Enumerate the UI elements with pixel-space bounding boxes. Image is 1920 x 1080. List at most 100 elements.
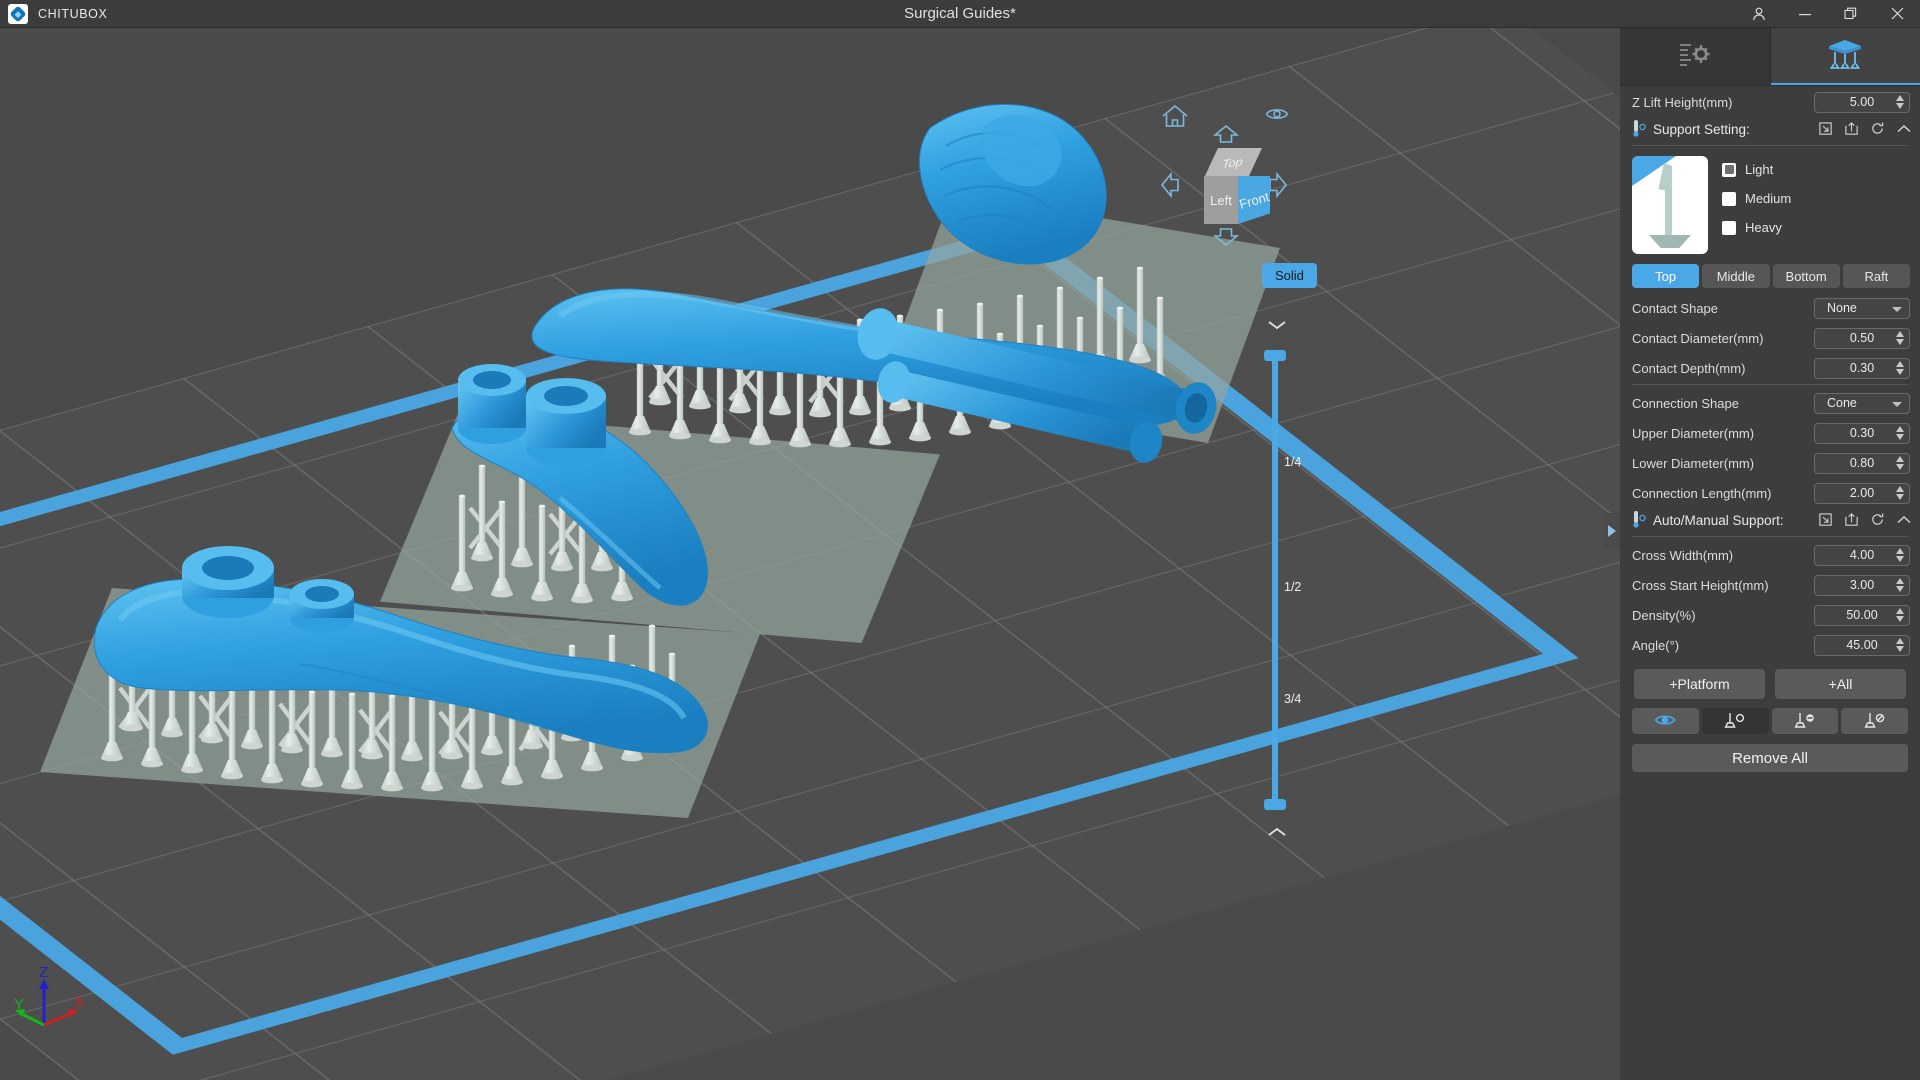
angle-label: Angle(°) — [1632, 637, 1680, 653]
remove-all-button[interactable]: Remove All — [1632, 744, 1908, 772]
home-view-icon[interactable] — [1160, 103, 1190, 129]
import-icon[interactable] — [1818, 121, 1833, 139]
3d-viewport[interactable]: Top Left Front Solid 1/4 1/2 3/4 Z Y X — [0, 28, 1620, 1080]
chevron-up-icon[interactable] — [1266, 825, 1288, 843]
chevron-down-icon[interactable] — [1266, 318, 1288, 336]
reset-icon[interactable] — [1870, 121, 1885, 139]
support-preview-image — [1632, 156, 1708, 254]
connection-length-stepper[interactable] — [1896, 485, 1904, 500]
collapse-chevron-icon[interactable] — [1896, 122, 1912, 137]
close-icon[interactable] — [1874, 0, 1920, 28]
visibility-eye-icon[interactable] — [1265, 106, 1289, 122]
minimize-icon[interactable] — [1782, 0, 1828, 28]
support-setting-header: Support Setting: — [1620, 116, 1920, 143]
connection-shape-label: Connection Shape — [1632, 395, 1739, 411]
z-lift-stepper[interactable] — [1896, 94, 1904, 109]
tab-bottom[interactable]: Bottom — [1772, 264, 1840, 288]
cross-start-height-stepper[interactable] — [1896, 577, 1904, 592]
rotate-up-arrow-icon[interactable] — [1212, 124, 1240, 144]
contact-diameter-input[interactable]: 0.50 — [1814, 327, 1910, 349]
support-settings-panel: Z Lift Height(mm) 5.00 Support Setting: — [1620, 28, 1920, 1080]
chevron-down-icon — [1892, 401, 1902, 407]
z-lift-height-row: Z Lift Height(mm) 5.00 — [1620, 88, 1920, 116]
upper-diameter-stepper[interactable] — [1896, 425, 1904, 440]
heavy-checkbox[interactable] — [1722, 220, 1736, 235]
weight-option-light[interactable]: Light — [1722, 162, 1791, 177]
export-icon[interactable] — [1844, 512, 1859, 530]
restore-window-icon[interactable] — [1828, 0, 1874, 28]
cube-face-left[interactable]: Left — [1204, 176, 1238, 224]
model-front-arch[interactable] — [93, 546, 708, 754]
contact-shape-row: Contact Shape None — [1620, 294, 1920, 322]
connection-length-label: Connection Length(mm) — [1632, 485, 1772, 501]
rotate-left-arrow-icon[interactable] — [1160, 171, 1180, 199]
lower-diameter-input[interactable]: 0.80 — [1814, 452, 1910, 474]
cross-width-stepper[interactable] — [1896, 547, 1904, 562]
add-platform-button[interactable]: +Platform — [1634, 669, 1765, 699]
collapse-chevron-icon[interactable] — [1896, 513, 1912, 528]
tab-supports[interactable] — [1770, 28, 1920, 85]
model-scene[interactable] — [0, 28, 1620, 1080]
slider-handle-bottom[interactable] — [1264, 799, 1286, 810]
cube-face-front[interactable]: Front — [1238, 176, 1270, 224]
weight-option-heavy[interactable]: Heavy — [1722, 220, 1791, 235]
tab-raft[interactable]: Raft — [1842, 264, 1910, 288]
lower-diameter-label: Lower Diameter(mm) — [1632, 455, 1755, 471]
cross-width-input[interactable]: 4.00 — [1814, 544, 1910, 566]
angle-stepper[interactable] — [1896, 637, 1904, 652]
window-controls — [1736, 0, 1920, 28]
panel-expand-arrow-icon[interactable] — [1604, 513, 1620, 549]
upper-diameter-label: Upper Diameter(mm) — [1632, 425, 1755, 441]
slider-track[interactable] — [1272, 354, 1278, 809]
support-preview-block: Light Medium Heavy — [1620, 150, 1920, 258]
connection-shape-select[interactable]: Cone — [1814, 392, 1910, 414]
medium-checkbox[interactable] — [1722, 191, 1736, 206]
cross-start-height-row: Cross Start Height(mm) 3.00 — [1620, 571, 1920, 599]
tab-settings[interactable] — [1620, 28, 1771, 85]
edit-support-tool[interactable] — [1841, 708, 1908, 734]
view-orientation-cube[interactable]: Top Left Front — [1190, 148, 1276, 228]
tab-middle[interactable]: Middle — [1702, 264, 1770, 288]
render-mode-button[interactable]: Solid — [1262, 263, 1317, 288]
contact-diameter-value: 0.50 — [1849, 331, 1875, 345]
density-stepper[interactable] — [1896, 607, 1904, 622]
tab-top[interactable]: Top — [1632, 264, 1700, 288]
upper-diameter-value: 0.30 — [1849, 426, 1875, 440]
contact-depth-stepper[interactable] — [1896, 360, 1904, 375]
import-icon[interactable] — [1818, 512, 1833, 530]
support-tool-buttons — [1620, 699, 1920, 734]
model-back-arch[interactable] — [531, 104, 1221, 466]
user-account-icon[interactable] — [1736, 0, 1782, 28]
support-action-buttons: +Platform +All — [1620, 659, 1920, 699]
contact-depth-input[interactable]: 0.30 — [1814, 357, 1910, 379]
cross-start-height-input[interactable]: 3.00 — [1814, 574, 1910, 596]
export-icon[interactable] — [1844, 121, 1859, 139]
weight-option-medium[interactable]: Medium — [1722, 191, 1791, 206]
connection-length-value: 2.00 — [1849, 486, 1875, 500]
light-checkbox[interactable] — [1722, 162, 1736, 177]
density-input[interactable]: 50.00 — [1814, 604, 1910, 626]
remove-support-tool[interactable] — [1771, 708, 1839, 734]
lower-diameter-value: 0.80 — [1849, 456, 1875, 470]
cube-face-top[interactable]: Top — [1204, 148, 1262, 178]
layer-range-slider[interactable]: 1/4 1/2 3/4 — [1248, 318, 1308, 843]
connection-length-input[interactable]: 2.00 — [1814, 482, 1910, 504]
rotate-down-arrow-icon[interactable] — [1212, 227, 1240, 247]
add-support-tool[interactable] — [1701, 708, 1769, 734]
slider-handle-top[interactable] — [1264, 350, 1286, 361]
cross-width-value: 4.00 — [1849, 548, 1875, 562]
angle-input[interactable]: 45.00 — [1814, 634, 1910, 656]
contact-shape-select[interactable]: None — [1814, 297, 1910, 319]
z-lift-height-input[interactable]: 5.00 — [1814, 91, 1910, 113]
cross-start-height-value: 3.00 — [1849, 578, 1875, 592]
density-label: Density(%) — [1632, 607, 1696, 623]
reset-icon[interactable] — [1870, 512, 1885, 530]
add-all-button[interactable]: +All — [1775, 669, 1906, 699]
lower-diameter-stepper[interactable] — [1896, 455, 1904, 470]
chevron-down-icon — [1892, 306, 1902, 312]
contact-diameter-stepper[interactable] — [1896, 330, 1904, 345]
app-name: CHITUBOX — [38, 6, 108, 21]
upper-diameter-input[interactable]: 0.30 — [1814, 422, 1910, 444]
contact-depth-row: Contact Depth(mm) 0.30 — [1620, 354, 1920, 382]
show-supports-toggle[interactable] — [1632, 708, 1699, 734]
